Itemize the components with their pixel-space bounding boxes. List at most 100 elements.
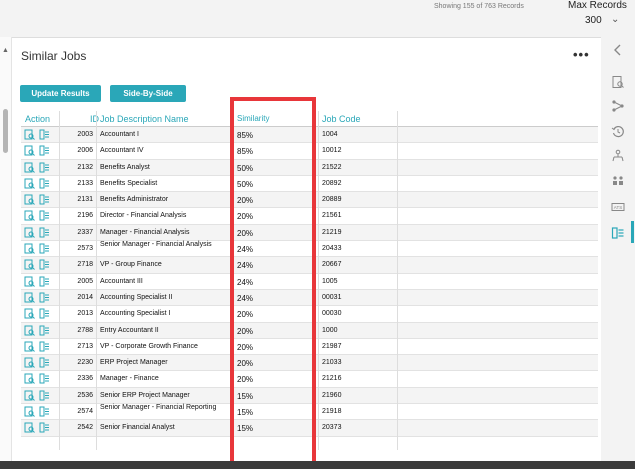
column-header-similarity[interactable]: Similarity	[237, 114, 269, 123]
scroll-up-icon[interactable]: ▲	[2, 47, 9, 54]
job-id: 2536	[77, 391, 93, 399]
job-code: 10012	[322, 147, 342, 155]
job-name: ERP Project Manager	[100, 359, 168, 367]
job-id: 2718	[77, 261, 93, 269]
job-name: Senior Manager - Financial Reporting	[100, 404, 217, 412]
table-row[interactable]: 2574 Senior Manager - Financial Reporting…	[21, 404, 598, 421]
max-records-select[interactable]: 300 ⌄	[585, 14, 627, 30]
group-icon[interactable]	[611, 174, 625, 188]
table-row[interactable]: 2005 Accountant III 24% 1005	[21, 274, 598, 290]
table-row[interactable]: 2196 Director - Financial Analysis 20% 2156…	[21, 208, 598, 225]
job-code: 20373	[322, 424, 342, 432]
max-records-label: Max Records	[568, 0, 627, 11]
job-id: 2133	[77, 179, 93, 187]
table-row[interactable]: 2788 Entry Accountant II 20% 1000	[21, 322, 598, 339]
ats-icon-label: ATS	[614, 205, 622, 210]
job-name: Benefits Specialist	[100, 179, 158, 187]
job-similarity: 20%	[237, 326, 254, 336]
update-results-button[interactable]: Update Results	[20, 85, 101, 102]
column-divider	[233, 111, 234, 450]
job-code: 21219	[322, 228, 342, 236]
more-options-button[interactable]: •••	[573, 47, 590, 62]
table-row[interactable]: 2542 Senior Financial Analyst 15% 20373	[21, 420, 598, 437]
job-code: 21033	[322, 359, 342, 367]
job-name: Accountant III	[100, 277, 143, 285]
row-actions	[24, 373, 54, 385]
scrollbar-thumb[interactable]	[3, 109, 8, 153]
table-row[interactable]: 2337 Manager - Financial Analysis 20% 21219	[21, 224, 598, 242]
org-chart-icon[interactable]	[611, 149, 625, 163]
job-similarity: 15%	[237, 391, 254, 401]
job-id: 2196	[77, 212, 93, 220]
job-id: 2573	[77, 245, 93, 253]
network-icon[interactable]	[611, 99, 625, 113]
table-row[interactable]: 2003 Accountant I 85% 1004	[21, 127, 598, 144]
row-actions	[24, 325, 54, 337]
job-similarity: 50%	[237, 179, 254, 189]
row-actions	[24, 145, 54, 157]
history-icon[interactable]	[611, 125, 625, 139]
collapse-left-icon[interactable]	[611, 43, 625, 57]
job-id: 2006	[77, 147, 93, 155]
job-code: 21522	[322, 163, 342, 171]
job-similarity: 20%	[237, 375, 254, 385]
table-row[interactable]: 2336 Manager - Finance 20% 21216	[21, 371, 598, 388]
row-actions	[24, 390, 54, 402]
job-name: Senior Financial Analyst	[100, 424, 175, 432]
similar-jobs-panel: Similar Jobs ••• Update Results Side-By-…	[12, 37, 601, 461]
job-similarity: 20%	[237, 196, 254, 206]
row-actions	[24, 357, 54, 369]
table-row[interactable]: 2573 Senior Manager - Financial Analysis 2…	[21, 241, 598, 258]
ats-icon[interactable]: ATS	[611, 200, 625, 214]
job-code: 21216	[322, 375, 342, 383]
job-name: Director - Financial Analysis	[100, 212, 187, 220]
job-code: 20892	[322, 179, 342, 187]
row-actions	[24, 129, 54, 141]
job-similarity: 85%	[237, 147, 254, 157]
job-id: 2005	[77, 277, 93, 285]
column-header-name[interactable]: Job Description Name	[100, 114, 189, 124]
chevron-down-icon: ⌄	[611, 14, 620, 25]
table-row[interactable]: 2013 Accounting Specialist I 20% 00030	[21, 306, 598, 323]
row-actions	[24, 422, 54, 434]
job-similarity: 24%	[237, 245, 254, 255]
row-actions	[24, 227, 54, 239]
row-actions	[24, 341, 54, 353]
job-similarity: 85%	[237, 131, 254, 140]
side-by-side-button[interactable]: Side-By-Side	[110, 85, 186, 102]
job-name: Manager - Financial Analysis	[100, 228, 190, 236]
job-code: 20667	[322, 261, 342, 269]
table-body: 2003 Accountant I 85% 1004 2006 Accountant IV…	[21, 127, 598, 437]
job-code: 1005	[322, 277, 338, 285]
column-divider	[318, 111, 319, 450]
job-similarity: 20%	[237, 212, 254, 222]
job-name: Accounting Specialist II	[100, 293, 173, 301]
job-similarity: 50%	[237, 163, 254, 173]
column-header-job-code[interactable]: Job Code	[322, 114, 361, 124]
table-row[interactable]: 2230 ERP Project Manager 20% 21033	[21, 355, 598, 372]
job-id: 2788	[77, 326, 93, 334]
job-similarity: 24%	[237, 261, 254, 271]
job-id: 2337	[77, 228, 93, 236]
job-code: 1000	[322, 326, 338, 334]
job-code: 00031	[322, 293, 342, 301]
row-actions	[24, 259, 54, 271]
table-row[interactable]: 2713 VP - Corporate Growth Finance 20% 2198…	[21, 339, 598, 356]
document-search-icon[interactable]	[611, 75, 625, 89]
job-id: 2131	[77, 196, 93, 204]
job-id: 2014	[77, 293, 93, 301]
table-row[interactable]: 2132 Benefits Analyst 50% 21522	[21, 159, 598, 176]
table-row[interactable]: 2014 Accounting Specialist II 24% 00031	[21, 289, 598, 307]
column-divider	[397, 111, 398, 450]
job-name: Accountant I	[100, 131, 139, 138]
table-row[interactable]: 2536 Senior ERP Project Manager 15% 21960	[21, 387, 598, 405]
table-row[interactable]: 2133 Benefits Specialist 50% 20892	[21, 176, 598, 193]
right-tool-bar: ATS	[601, 37, 635, 461]
column-header-action[interactable]: Action	[25, 114, 50, 124]
row-actions	[24, 210, 54, 222]
job-similarity: 20%	[237, 228, 254, 238]
table-row[interactable]: 2006 Accountant IV 85% 10012	[21, 143, 598, 160]
similar-jobs-icon[interactable]	[611, 226, 625, 240]
table-row[interactable]: 2718 VP - Group Finance 24% 20667	[21, 257, 598, 274]
table-row[interactable]: 2131 Benefits Administrator 20% 20889	[21, 192, 598, 209]
